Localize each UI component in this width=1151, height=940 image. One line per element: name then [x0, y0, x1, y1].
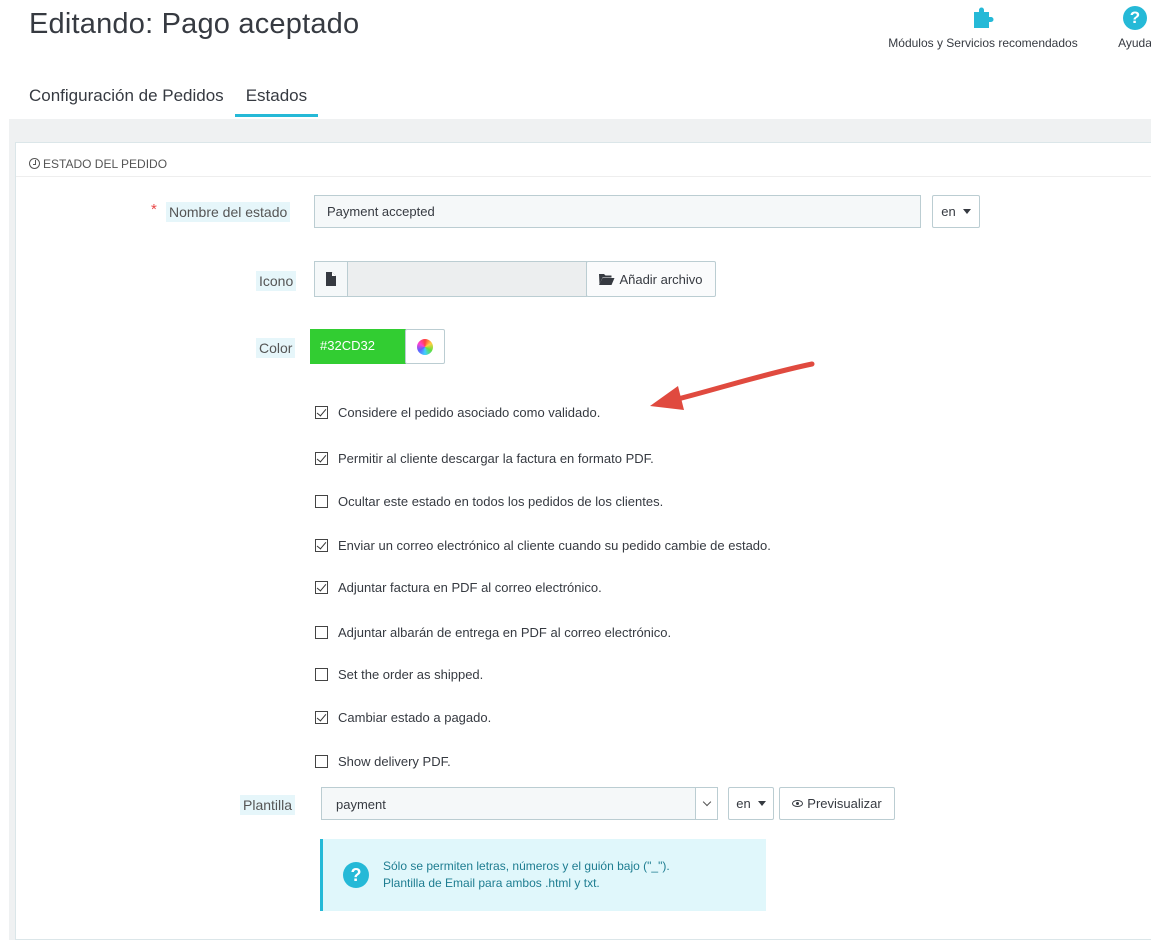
checkbox[interactable]: [315, 452, 328, 465]
preview-label: Previsualizar: [807, 796, 882, 811]
checkbox-row-attach-invoice[interactable]: Adjuntar factura en PDF al correo electr…: [315, 580, 602, 595]
info-line-2: Plantilla de Email para ambos .html y tx…: [383, 876, 600, 890]
panel-heading: ESTADO DEL PEDIDO: [16, 143, 1151, 177]
color-value-input[interactable]: #32CD32: [310, 329, 406, 364]
tab-bar: Configuración de Pedidos Estados: [29, 86, 329, 117]
caret-down-icon: [962, 209, 971, 214]
template-info-alert: ? Sólo se permiten letras, números y el …: [320, 839, 766, 911]
status-name-language-dropdown[interactable]: en: [932, 195, 980, 228]
chevron-down-icon: [702, 797, 711, 807]
recommended-modules-button[interactable]: Módulos y Servicios recomendados: [872, 4, 1094, 50]
checkbox[interactable]: [315, 668, 328, 681]
tab-statuses[interactable]: Estados: [234, 86, 319, 117]
required-asterisk: *: [151, 201, 157, 218]
checkbox[interactable]: [315, 755, 328, 768]
checkbox-row-send-email[interactable]: Enviar un correo electrónico al cliente …: [315, 538, 771, 553]
add-file-button[interactable]: Añadir archivo: [586, 261, 716, 297]
template-label: Plantilla: [240, 795, 296, 815]
red-annotation-arrow: [650, 361, 815, 410]
preview-button[interactable]: Previsualizar: [779, 787, 895, 820]
help-icon: ?: [1123, 6, 1147, 30]
checkbox-label: Cambiar estado a pagado.: [338, 710, 492, 725]
clock-icon: [29, 158, 40, 169]
info-line-1: Sólo se permiten letras, números y el gu…: [383, 859, 670, 873]
checkbox-label: Considere el pedido asociado como valida…: [338, 405, 601, 420]
checkbox-label: Permitir al cliente descargar la factura…: [338, 451, 654, 466]
add-file-label: Añadir archivo: [619, 271, 703, 287]
help-button[interactable]: ? Ayuda: [1105, 4, 1151, 50]
checkbox-label: Enviar un correo electrónico al cliente …: [338, 538, 771, 553]
checkbox[interactable]: [315, 539, 328, 552]
eye-icon: [792, 800, 804, 807]
file-icon-box: [314, 261, 348, 297]
status-name-label: Nombre del estado: [166, 202, 291, 222]
panel-heading-text: ESTADO DEL PEDIDO: [43, 156, 168, 171]
puzzle-piece-icon: [974, 7, 994, 28]
checkbox[interactable]: [315, 626, 328, 639]
checkbox-label: Ocultar este estado en todos los pedidos…: [338, 494, 664, 509]
select-arrow[interactable]: [695, 788, 717, 819]
help-label: Ayuda: [1118, 36, 1151, 50]
checkbox-label: Adjuntar factura en PDF al correo electr…: [338, 580, 602, 595]
checkbox-row-validated[interactable]: Considere el pedido asociado como valida…: [315, 405, 600, 420]
template-select[interactable]: payment: [321, 787, 718, 820]
file-icon: [326, 272, 336, 286]
recommended-modules-label: Módulos y Servicios recomendados: [888, 36, 1078, 50]
color-label: Color: [256, 338, 296, 358]
checkbox[interactable]: [315, 495, 328, 508]
caret-down-icon: [757, 801, 766, 806]
folder-open-icon: [599, 274, 615, 285]
page-title: Editando: Pago aceptado: [29, 8, 360, 40]
checkbox-row-shipped[interactable]: Set the order as shipped.: [315, 667, 483, 682]
checkbox[interactable]: [315, 581, 328, 594]
checkbox-row-invoice-pdf[interactable]: Permitir al cliente descargar la factura…: [315, 451, 654, 466]
color-picker-button[interactable]: [405, 329, 445, 364]
checkbox-row-delivery-pdf[interactable]: Show delivery PDF.: [315, 754, 451, 769]
checkbox-label: Show delivery PDF.: [338, 754, 451, 769]
checkbox-row-attach-delivery[interactable]: Adjuntar albarán de entrega en PDF al co…: [315, 625, 671, 640]
color-wheel-icon: [417, 338, 433, 355]
checkbox[interactable]: [315, 711, 328, 724]
template-language-dropdown[interactable]: en: [728, 787, 774, 820]
question-circle-icon: ?: [343, 862, 369, 888]
language-code: en: [941, 204, 956, 219]
status-name-input[interactable]: Payment accepted: [314, 195, 921, 228]
icon-label: Icono: [256, 271, 297, 291]
template-selected-value: payment: [336, 797, 386, 812]
checkbox-label: Adjuntar albarán de entrega en PDF al co…: [338, 625, 672, 640]
checkbox-row-hide-status[interactable]: Ocultar este estado en todos los pedidos…: [315, 494, 663, 509]
checkbox-row-paid[interactable]: Cambiar estado a pagado.: [315, 710, 491, 725]
info-text: Sólo se permiten letras, números y el gu…: [383, 858, 670, 892]
checkbox[interactable]: [315, 406, 328, 419]
icon-file-input[interactable]: [347, 261, 587, 297]
tab-order-settings[interactable]: Configuración de Pedidos: [29, 86, 224, 117]
language-code: en: [736, 796, 751, 811]
checkbox-label: Set the order as shipped.: [338, 667, 484, 682]
